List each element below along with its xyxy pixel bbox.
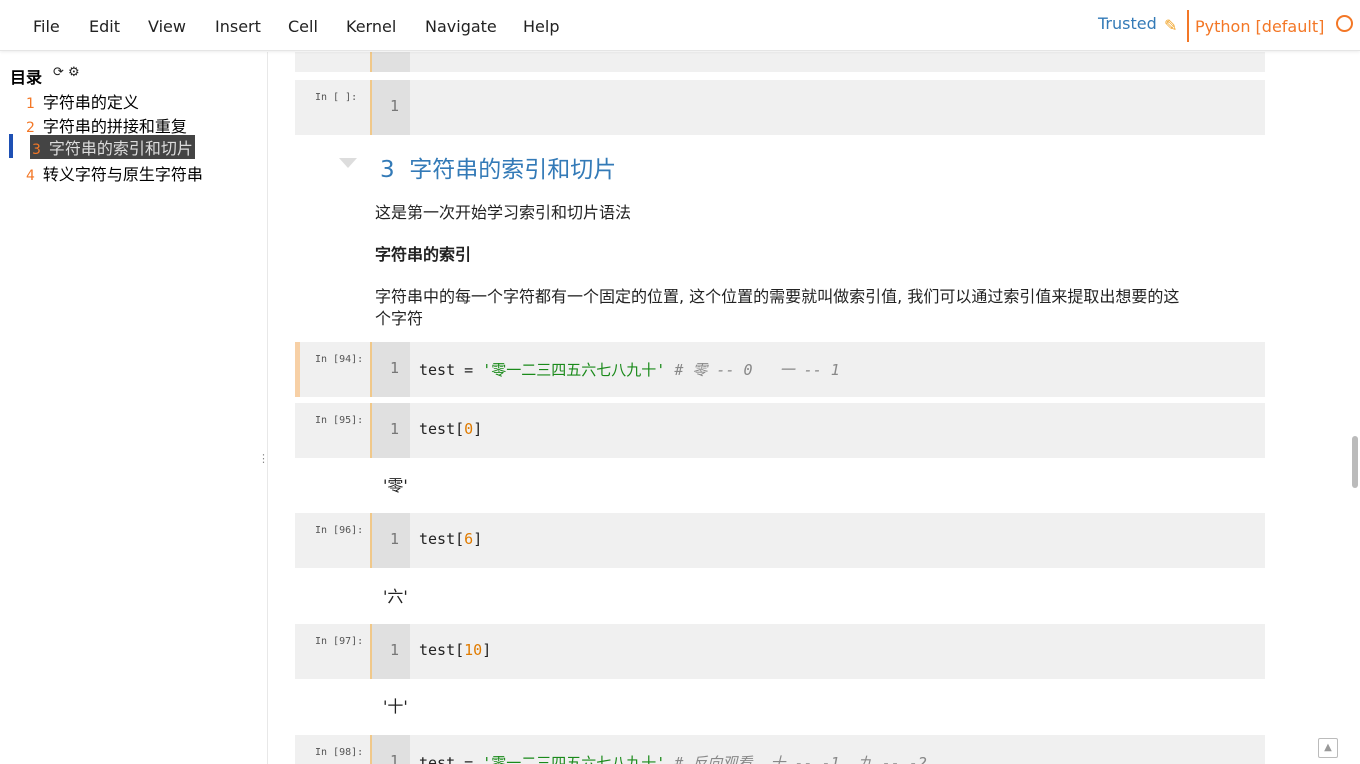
code-token: test = <box>419 361 483 379</box>
toc-item-number: 4 <box>26 168 35 184</box>
toc-item-label: 字符串的拼接和重复 <box>42 117 187 136</box>
code-token: ] <box>482 641 492 659</box>
code-token: ] <box>473 420 483 438</box>
input-prompt: In [94]: <box>315 354 364 365</box>
toc-item-label: 转义字符与原生字符串 <box>42 165 203 184</box>
markdown-text: 这是第一次开始学习索引和切片语法 <box>375 203 632 222</box>
heading-text: 字符串的索引和切片 <box>409 157 617 183</box>
selected-cell-indicator <box>295 342 300 397</box>
menu-cell[interactable]: Cell <box>288 17 318 36</box>
notebook-area: In [ ]: 1 3 字符串的索引和切片 这是第一次开始学习索引和切片语法 字… <box>269 52 1360 764</box>
input-prompt: In [97]: <box>315 636 364 647</box>
gear-icon[interactable]: ⚙ <box>68 65 80 80</box>
code-comment: # 反向观看 十 -- -1 九 -- -2 <box>665 754 927 764</box>
code-token: test[ <box>419 530 465 548</box>
code-cell[interactable]: In [96]: 1 test[6] <box>295 513 1265 568</box>
cell-output: '六' <box>383 587 408 606</box>
kernel-name[interactable]: Python [default] <box>1195 17 1324 36</box>
code-cell[interactable]: In [98]: 1 test = '零一二三四五六七八九十' # 反向观看 十… <box>295 735 1265 764</box>
input-prompt: In [96]: <box>315 525 364 536</box>
scrollbar-thumb[interactable] <box>1352 436 1358 488</box>
toc-title: 目录 <box>10 68 43 87</box>
input-prompt: In [95]: <box>315 415 364 426</box>
code-comment: # 零 -- 0 一 -- 1 <box>665 361 840 379</box>
toc-item-label: 字符串的索引和切片 <box>48 139 193 158</box>
menu-insert[interactable]: Insert <box>215 17 261 36</box>
refresh-icon[interactable]: ⟳ <box>53 65 64 80</box>
menu-navigate[interactable]: Navigate <box>425 17 497 36</box>
pencil-icon[interactable]: ✎ <box>1164 16 1177 35</box>
code-cell-selected[interactable]: In [94]: 1 test = '零一二三四五六七八九十' # 零 -- 0… <box>295 342 1265 397</box>
scroll-to-top-icon[interactable]: ▲ <box>1318 738 1338 758</box>
menu-help[interactable]: Help <box>523 17 559 36</box>
toc-item-number: 3 <box>32 142 41 158</box>
menu-view[interactable]: View <box>148 17 186 36</box>
heading-number: 3 <box>380 157 395 183</box>
code-editor[interactable]: test[10] <box>419 641 491 659</box>
markdown-subheading: 字符串的索引 <box>375 245 472 264</box>
code-token: ] <box>473 530 483 548</box>
code-cell[interactable]: In [97]: 1 test[10] <box>295 624 1265 679</box>
toc-active-marker <box>9 134 13 158</box>
line-number: 1 <box>390 752 400 764</box>
toc-resize-handle[interactable]: ⋮ <box>258 452 269 465</box>
cell-output: '十' <box>383 697 408 716</box>
code-cell[interactable]: In [ ]: 1 <box>295 80 1265 135</box>
toc-item-2[interactable]: 2 字符串的拼接和重复 <box>26 113 187 137</box>
trusted-indicator[interactable]: Trusted <box>1098 14 1157 33</box>
code-token: test = <box>419 754 483 764</box>
toc-item-1[interactable]: 1 字符串的定义 <box>26 89 139 113</box>
line-number: 1 <box>390 420 400 438</box>
toc-item-number: 1 <box>26 96 35 112</box>
markdown-text: 个字符 <box>375 309 424 328</box>
input-prompt: In [ ]: <box>315 92 358 103</box>
markdown-text: 字符串中的每一个字符都有一个固定的位置, 这个位置的需要就叫做索引值, 我们可以… <box>375 287 1180 306</box>
line-number: 1 <box>390 641 400 659</box>
toc-item-4[interactable]: 4 转义字符与原生字符串 <box>26 161 203 185</box>
toc-item-label: 字符串的定义 <box>42 93 139 112</box>
scrollbar[interactable] <box>1351 52 1360 764</box>
menubar: File Edit View Insert Cell Kernel Naviga… <box>0 0 1360 51</box>
toc-item-number: 2 <box>26 120 35 136</box>
code-editor[interactable]: test[0] <box>419 420 482 438</box>
cell-output: '零' <box>383 476 408 495</box>
code-cell[interactable] <box>295 52 1265 72</box>
code-editor[interactable]: test = '零一二三四五六七八九十' # 零 -- 0 一 -- 1 <box>419 359 840 380</box>
collapse-arrow-icon[interactable] <box>339 158 357 168</box>
kernel-divider <box>1187 10 1189 42</box>
code-number: 6 <box>464 530 474 548</box>
section-heading: 3 字符串的索引和切片 <box>380 150 616 184</box>
kernel-status-icon <box>1336 15 1353 32</box>
line-gutter <box>372 52 410 72</box>
code-editor[interactable]: test = '零一二三四五六七八九十' # 反向观看 十 -- -1 九 --… <box>419 752 927 764</box>
code-cell[interactable]: In [95]: 1 test[0] <box>295 403 1265 458</box>
code-token: test[ <box>419 641 465 659</box>
toc-sidebar: 目录 ⟳ ⚙ 1 字符串的定义 2 字符串的拼接和重复 3 字符串的索引和切片 4 转义… <box>0 52 269 764</box>
code-token: test[ <box>419 420 465 438</box>
code-editor[interactable]: test[6] <box>419 530 482 548</box>
line-number: 1 <box>390 97 400 115</box>
line-number: 1 <box>390 530 400 548</box>
code-string: '零一二三四五六七八九十' <box>482 361 666 379</box>
toc-item-3[interactable]: 3 字符串的索引和切片 <box>30 135 195 159</box>
code-string: '零一二三四五六七八九十' <box>482 754 666 764</box>
menu-edit[interactable]: Edit <box>89 17 120 36</box>
menu-kernel[interactable]: Kernel <box>346 17 396 36</box>
line-number: 1 <box>390 359 400 377</box>
code-number: 10 <box>464 641 483 659</box>
menu-file[interactable]: File <box>33 17 60 36</box>
code-number: 0 <box>464 420 474 438</box>
input-prompt: In [98]: <box>315 747 364 758</box>
